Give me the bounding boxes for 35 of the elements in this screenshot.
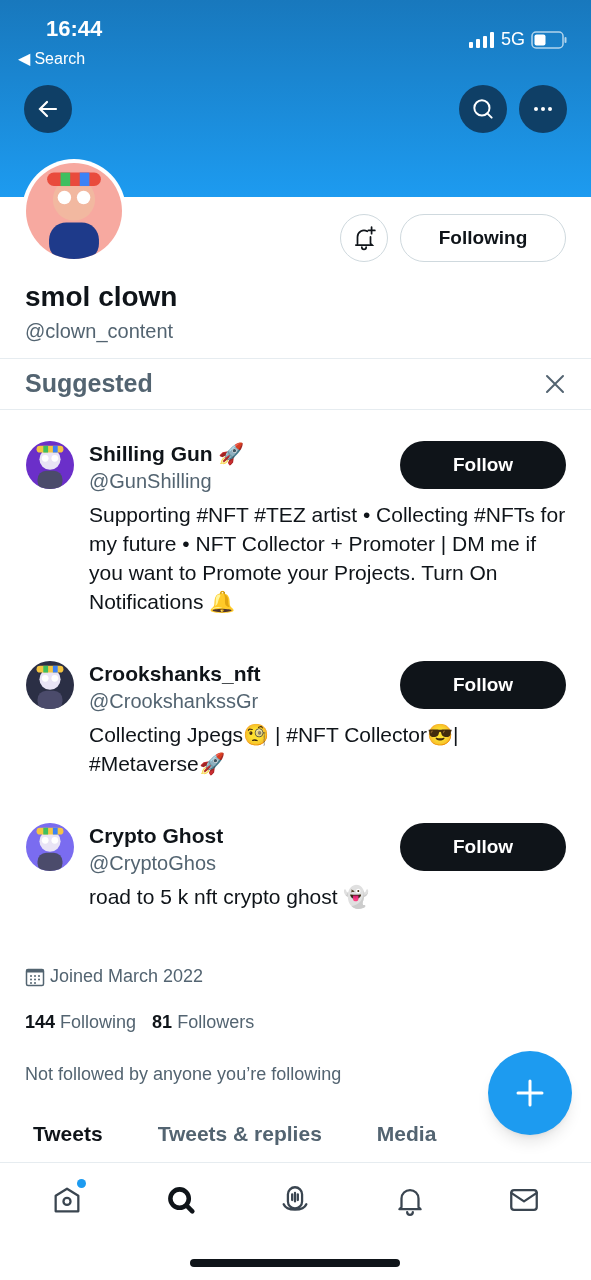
account-bio: Supporting #NFT #TEZ artist • Collecting #NFTs for my future • NFT Collector + Promoter | DM me if you want to Promote your Projects. Turn On Notifications 🔔 xyxy=(89,502,566,615)
account-bio: road to 5 k nft crypto ghost 👻 xyxy=(89,884,371,911)
more-button[interactable] xyxy=(519,85,567,133)
following-count-link[interactable]: 144 Following xyxy=(25,1009,137,1036)
followed-by-note: Not followed by anyone you’re following xyxy=(25,1063,343,1086)
profile-tab[interactable]: Tweets & replies xyxy=(157,1118,322,1150)
close-icon[interactable] xyxy=(544,373,566,395)
account-bio: Collecting Jpegs🧐 | #NFT Collector😎| #Metaverse🚀 xyxy=(89,722,460,778)
followers-count-link[interactable]: 81 Followers xyxy=(152,1009,255,1036)
joined-date: Joined March 2022 xyxy=(50,965,204,988)
account-handle: @GunShilling xyxy=(89,469,213,494)
account-name[interactable]: Crypto Ghost xyxy=(89,823,224,849)
signal-icon xyxy=(469,31,495,48)
profile-handle: @clown_content xyxy=(25,319,175,345)
calendar-icon xyxy=(25,966,45,987)
back-to-search-link[interactable]: ◀ Search xyxy=(18,47,103,71)
battery-icon xyxy=(531,30,567,49)
profile-tab[interactable]: Tweets xyxy=(33,1118,103,1150)
profile-name: smol clown xyxy=(25,280,179,314)
more-icon xyxy=(532,106,554,112)
account-handle: @CrookshankssGr xyxy=(89,689,260,714)
account-name[interactable]: Shilling Gun 🚀 xyxy=(89,441,245,467)
network-label: 5G xyxy=(501,28,525,51)
search-icon xyxy=(470,96,496,122)
status-time: 16:44 xyxy=(46,15,103,43)
back-button[interactable] xyxy=(24,85,72,133)
follow-button[interactable]: Follow xyxy=(400,661,566,709)
suggested-heading: Suggested xyxy=(25,368,153,400)
search-button[interactable] xyxy=(459,85,507,133)
account-name[interactable]: Crookshanks_nft xyxy=(89,661,261,687)
profile-tab[interactable]: Media xyxy=(376,1118,437,1150)
follow-button[interactable]: Follow xyxy=(400,823,566,871)
follow-button[interactable]: Follow xyxy=(400,441,566,489)
plus-icon xyxy=(514,1077,546,1109)
account-handle: @CryptoGhos xyxy=(89,851,217,876)
